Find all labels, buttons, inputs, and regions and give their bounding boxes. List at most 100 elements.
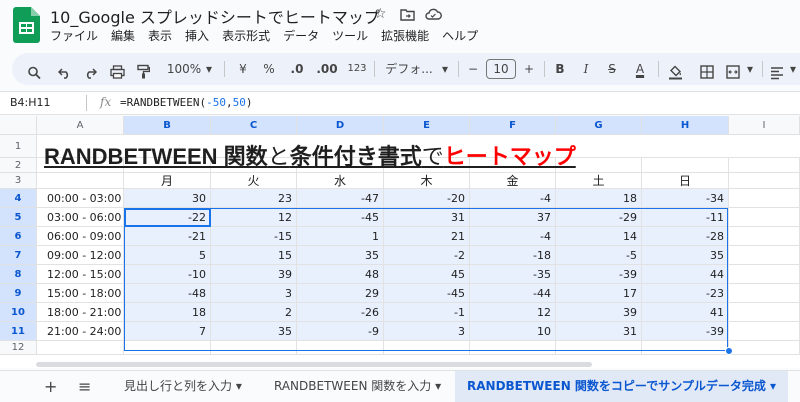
column-header[interactable]: H (642, 116, 729, 135)
data-cell[interactable]: 3 (211, 284, 297, 303)
text-color-button[interactable]: A (632, 59, 648, 79)
row-header[interactable]: 1 (0, 135, 37, 158)
chevron-down-icon[interactable]: ▾ (435, 379, 441, 393)
chevron-down-icon[interactable]: ▾ (236, 379, 242, 393)
data-cell[interactable]: 35 (642, 246, 729, 265)
increase-decimal-button[interactable]: .00 (314, 59, 340, 79)
data-cell[interactable]: 29 (297, 284, 384, 303)
data-cell[interactable]: -39 (556, 265, 642, 284)
search-icon[interactable] (28, 63, 41, 83)
menu-help[interactable]: ヘルプ (442, 27, 478, 44)
row-header[interactable]: 6 (0, 227, 37, 246)
grid-cell[interactable] (729, 189, 800, 208)
data-cell[interactable]: 48 (297, 265, 384, 284)
data-cell[interactable]: -2 (384, 246, 470, 265)
column-header[interactable]: E (384, 116, 470, 135)
data-cell[interactable]: 21 (384, 227, 470, 246)
data-cell[interactable]: -4 (470, 227, 556, 246)
cloud-icon[interactable] (425, 8, 442, 21)
grid-cell[interactable] (124, 341, 211, 355)
row-header[interactable]: 2 (0, 158, 37, 173)
chevron-down-icon[interactable]: ▾ (770, 379, 776, 393)
sheet-tab[interactable]: RANDBETWEEN 関数を入力 ▾ (262, 371, 453, 402)
data-cell[interactable]: -45 (297, 208, 384, 227)
row-header[interactable]: 10 (0, 303, 37, 322)
data-cell[interactable]: -48 (124, 284, 211, 303)
grid-cell[interactable] (642, 341, 729, 355)
add-sheet-button[interactable]: + (44, 371, 57, 402)
name-box[interactable]: B4:H11 (10, 96, 51, 109)
data-cell[interactable]: 5 (124, 246, 211, 265)
data-cell[interactable]: 2 (211, 303, 297, 322)
data-cell[interactable]: 18 (124, 303, 211, 322)
data-cell[interactable]: -22 (124, 208, 211, 227)
grid-cell[interactable] (384, 341, 470, 355)
grid-cell[interactable] (470, 341, 556, 355)
data-cell[interactable]: -34 (642, 189, 729, 208)
menu-data[interactable]: データ (283, 27, 319, 44)
data-cell[interactable]: -44 (470, 284, 556, 303)
fill-handle[interactable] (725, 347, 733, 355)
document-title[interactable]: 10_Google スプレッドシートでヒートマップ (50, 4, 380, 28)
row-header[interactable]: 5 (0, 208, 37, 227)
data-cell[interactable]: 39 (556, 303, 642, 322)
column-header[interactable]: G (556, 116, 642, 135)
data-cell[interactable]: 45 (384, 265, 470, 284)
data-cell[interactable]: 37 (470, 208, 556, 227)
data-cell[interactable]: -47 (297, 189, 384, 208)
grid-cell[interactable] (729, 246, 800, 265)
undo-icon[interactable] (58, 63, 71, 83)
font-size-increase-button[interactable]: + (522, 59, 536, 79)
data-cell[interactable]: -1 (384, 303, 470, 322)
menu-tools[interactable]: ツール (332, 27, 368, 44)
font-size-decrease-button[interactable]: − (466, 59, 480, 79)
grid-cell[interactable] (729, 173, 800, 189)
data-cell[interactable]: -20 (384, 189, 470, 208)
data-cell[interactable]: -5 (556, 246, 642, 265)
data-cell[interactable]: -15 (211, 227, 297, 246)
grid-cell[interactable] (729, 158, 800, 173)
merge-icon[interactable] (726, 62, 740, 82)
data-cell[interactable]: -39 (642, 322, 729, 341)
row-header[interactable]: 7 (0, 246, 37, 265)
menu-extensions[interactable]: 拡張機能 (381, 27, 429, 44)
column-header[interactable]: A (37, 116, 124, 135)
column-header[interactable]: D (297, 116, 384, 135)
data-cell[interactable]: 12 (211, 208, 297, 227)
row-header[interactable]: 3 (0, 173, 37, 189)
more-formats-button[interactable]: 123 (346, 59, 368, 79)
grid-cell[interactable] (297, 341, 384, 355)
grid-cell[interactable] (729, 341, 800, 355)
horizontal-scrollbar[interactable] (36, 362, 592, 367)
row-header[interactable]: 12 (0, 341, 37, 355)
data-cell[interactable]: 35 (211, 322, 297, 341)
column-header[interactable]: F (470, 116, 556, 135)
bold-button[interactable]: B (552, 59, 568, 79)
row-header[interactable]: 8 (0, 265, 37, 284)
grid-cell[interactable] (729, 265, 800, 284)
grid-cell[interactable] (37, 341, 124, 355)
data-cell[interactable]: -35 (470, 265, 556, 284)
borders-icon[interactable] (700, 62, 714, 82)
chevron-down-icon[interactable]: ▾ (745, 59, 755, 79)
decrease-decimal-button[interactable]: .0 (287, 59, 307, 79)
data-cell[interactable]: -29 (556, 208, 642, 227)
currency-button[interactable]: ¥ (236, 59, 250, 79)
grid-cell[interactable] (729, 135, 800, 158)
italic-button[interactable]: I (578, 59, 594, 79)
font-select[interactable]: デフォ... (382, 59, 436, 79)
menu-insert[interactable]: 挿入 (185, 27, 209, 44)
paint-format-icon[interactable] (137, 62, 150, 82)
data-cell[interactable]: 30 (124, 189, 211, 208)
data-cell[interactable]: 39 (211, 265, 297, 284)
grid-cell[interactable] (37, 173, 124, 189)
sheet-tab[interactable]: 見出し行と列を入力 ▾ (112, 371, 254, 402)
column-header[interactable]: B (124, 116, 211, 135)
select-all-corner[interactable] (0, 116, 37, 135)
row-header[interactable]: 11 (0, 322, 37, 341)
redo-icon[interactable] (84, 63, 97, 83)
grid-cell[interactable] (729, 284, 800, 303)
zoom-select[interactable]: 100% (164, 59, 204, 79)
data-cell[interactable]: 7 (124, 322, 211, 341)
data-cell[interactable]: 10 (470, 322, 556, 341)
